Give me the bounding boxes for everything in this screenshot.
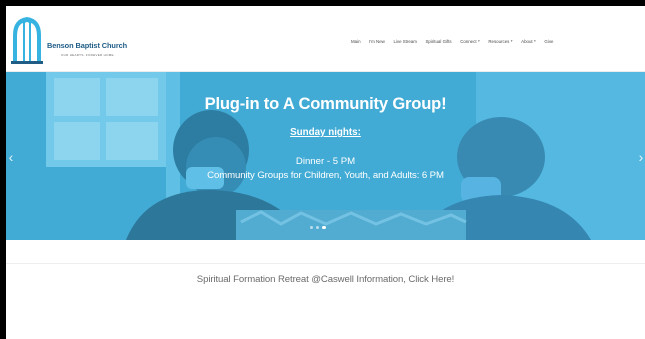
nav-label: Connect (460, 38, 477, 44)
divider (6, 263, 645, 264)
nav-item-give[interactable]: Give (544, 39, 553, 44)
nav-item-about[interactable]: About ▾ (521, 39, 536, 44)
nav-item-live-stream[interactable]: Live Stream (393, 39, 416, 44)
nav-item-connect[interactable]: Connect ▾ (460, 39, 480, 44)
nav-item-im-new[interactable]: I'm New (369, 39, 385, 44)
church-window-icon (11, 17, 43, 64)
nav-item-main[interactable]: Main (351, 39, 361, 44)
nav-label: About (521, 38, 533, 44)
slider-dot[interactable] (316, 226, 320, 230)
site-tagline: OUR HEARTS. FOREVER HOME. (61, 53, 115, 57)
retreat-info-link[interactable]: Spiritual Formation Retreat @Caswell Inf… (6, 274, 645, 285)
slider-prev-icon[interactable]: ‹ (6, 148, 16, 166)
chevron-down-icon: ▾ (477, 39, 480, 43)
chevron-down-icon: ▾ (510, 39, 513, 43)
main-nav: Main I'm New Live Stream Spiritual Gifts… (351, 36, 562, 46)
hero-title: Plug-in to A Community Group! (204, 94, 447, 113)
chevron-down-icon: ▾ (534, 39, 536, 43)
nav-label: Main (351, 38, 361, 44)
hero-groups-time: Community Groups for Children, Youth, an… (207, 170, 444, 181)
slider-dot-active[interactable] (322, 226, 326, 230)
nav-label: Give (544, 38, 554, 44)
hero-subtitle: Sunday nights: (290, 127, 361, 138)
site-name: Benson Baptist Church (47, 41, 128, 50)
nav-label: I'm New (369, 38, 385, 44)
hero-dinner-time: Dinner - 5 PM (295, 156, 356, 167)
nav-label: Spiritual Gifts (425, 38, 452, 44)
nav-label: Live Stream (393, 38, 417, 44)
slider-dot[interactable] (310, 226, 314, 230)
page-frame: Benson Baptist Church OUR HEARTS. FOREVE… (6, 6, 645, 339)
nav-item-spiritual-gifts[interactable]: Spiritual Gifts (425, 39, 451, 44)
slider-next-icon[interactable]: › (636, 148, 645, 166)
nav-item-resources[interactable]: Resources ▾ (488, 39, 512, 44)
site-logo[interactable]: Benson Baptist Church OUR HEARTS. FOREVE… (9, 15, 147, 65)
slider-dots (310, 226, 329, 230)
hero-slider[interactable]: Plug-in to A Community Group! Sunday nig… (6, 72, 645, 240)
site-header: Benson Baptist Church OUR HEARTS. FOREVE… (6, 6, 645, 72)
nav-label: Resources (488, 38, 510, 44)
